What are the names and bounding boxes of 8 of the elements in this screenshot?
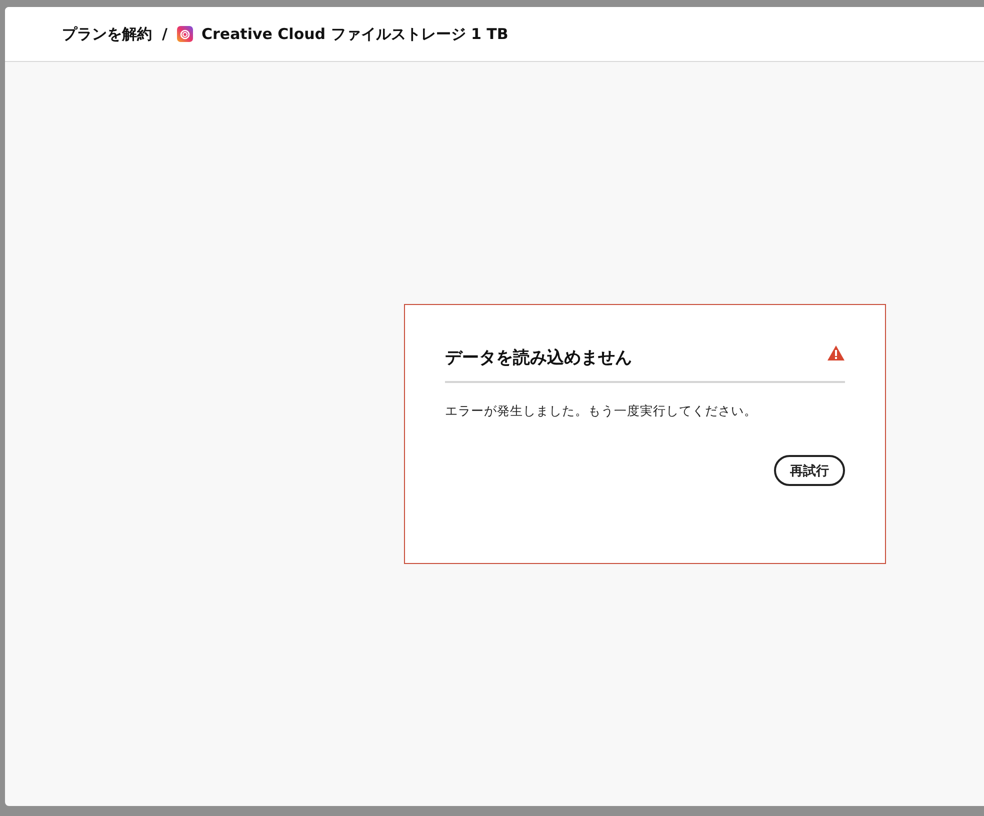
error-title: データを読み込めません (445, 346, 632, 368)
product-name: Creative Cloud ファイルストレージ 1 TB (201, 24, 508, 44)
error-message: エラーが発生しました。もう一度実行してください。 (445, 403, 758, 420)
warning-icon (827, 345, 845, 361)
breadcrumb-link[interactable]: プランを解約 (62, 24, 152, 44)
app-logo-icon (177, 26, 194, 42)
retry-button[interactable]: 再試行 (774, 455, 845, 486)
breadcrumb-separator: / (162, 25, 168, 43)
